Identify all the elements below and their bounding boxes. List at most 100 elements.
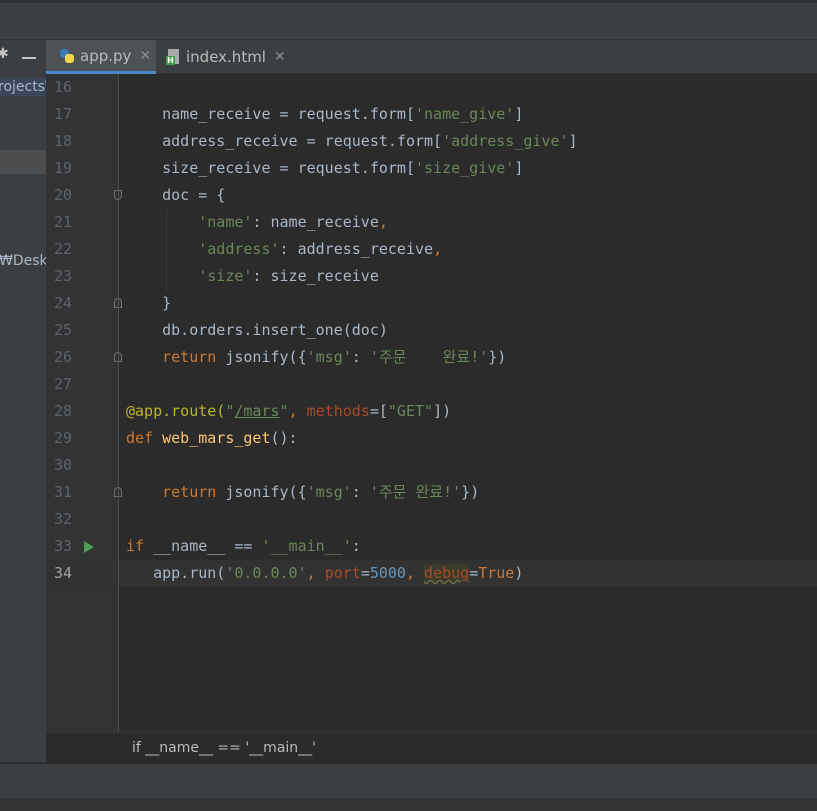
gear-icon[interactable]: ✱ [0,46,9,62]
code-token: 'size_give' [414,159,515,177]
code-token: : [351,537,361,555]
line-number: 19 [53,159,72,177]
line-number: 26 [53,348,72,366]
line-number: 33 [53,537,72,555]
code-line[interactable]: 22 'address': address_receive, [46,236,817,263]
code-token: , [288,402,307,420]
line-number: 34 [53,564,72,582]
line-number: 25 [53,321,72,339]
code-text: address_receive = request.form['address_… [126,128,578,155]
code-line[interactable]: 33 if __name__ == '__main__': [46,533,817,560]
code-token: return [162,348,217,366]
sidebar-selected-item[interactable] [0,150,46,174]
code-line[interactable]: 23 'size': size_receive [46,263,817,290]
code-text: 'size': size_receive [126,263,379,290]
code-line[interactable]: 27 [46,371,817,398]
code-text: db.orders.insert_one(doc) [126,321,388,339]
line-number: 28 [53,402,72,420]
code-token: 'size' [198,267,253,285]
line-number: 30 [53,456,72,474]
code-token: , [405,564,425,582]
code-token: address_receive = request.form[ [126,132,443,150]
line-number: 29 [53,429,72,447]
code-token: '0.0.0.0' [225,564,307,582]
sidebar-desktop-path[interactable]: ₩Deskt [0,253,46,269]
code-line[interactable]: 30 [46,452,817,479]
code-token: : [351,483,370,501]
route-link[interactable]: /mars [234,402,279,420]
tab-app-py[interactable]: app.py ✕ [46,40,156,74]
status-bar [0,764,817,798]
tab-index-html[interactable]: H index.html ✕ [156,40,286,74]
code-token: ] [568,132,578,150]
code-text: @app.route("/mars", methods=["GET"]) [126,398,451,425]
line-number: 22 [53,240,72,258]
code-line[interactable]: 18 address_receive = request.form['addre… [46,128,817,155]
code-token: methods [306,402,370,420]
code-token: __name__ == [153,537,262,555]
sidebar-project-path[interactable]: rojects\ [0,78,46,96]
code-token: ] [514,105,524,123]
code-line[interactable]: 21 'name': name_receive, [46,209,817,236]
code-line-current[interactable]: 34 app.run('0.0.0.0', port=5000, debug=T… [46,560,817,587]
code-text: def web_mars_get(): [126,425,298,452]
code-token: ] [514,159,524,177]
code-token: True [478,564,515,582]
title-bar [0,0,817,40]
code-token: debug [424,564,470,582]
sidebar-toolbar: ✱ [0,40,46,74]
breadcrumb-item[interactable]: if __name__ == '__main__' [132,740,316,756]
code-token: =[ [369,402,388,420]
code-line[interactable]: 31 return jsonify({'msg': '주문 완료!'}) [46,479,817,506]
code-line[interactable]: 16 [46,74,817,101]
code-token: def [126,429,163,447]
code-token: 'msg' [306,348,352,366]
code-line[interactable]: 32 [46,506,817,533]
code-token: jsonify({ [216,483,307,501]
run-icon[interactable] [84,541,94,553]
code-line[interactable]: 20 doc = { [46,182,817,209]
code-token: " [279,402,289,420]
line-number: 18 [53,132,72,150]
code-line[interactable]: 24 } [46,290,817,317]
line-number: 32 [53,510,72,528]
code-token: }) [461,483,480,501]
code-token: if [126,537,154,555]
code-token: return [162,483,217,501]
code-text: } [126,294,172,312]
python-file-icon [60,48,74,63]
code-line[interactable]: 28 @app.route("/mars", methods=["GET"]) [46,398,817,425]
code-text: if __name__ == '__main__': [126,533,361,560]
code-token: 'address' [198,240,280,258]
code-line[interactable]: 25 db.orders.insert_one(doc) [46,317,817,344]
code-token: "GET" [387,402,434,420]
code-line[interactable]: 29 def web_mars_get(): [46,425,817,452]
code-token: = [469,564,479,582]
code-token: web_mars_get [162,429,271,447]
tab-label: index.html [186,48,266,66]
code-text: 'name': name_receive, [198,213,388,231]
code-token: ) [514,564,524,582]
line-number: 23 [53,267,72,285]
code-line[interactable]: 26 return jsonify({'msg': '주문 완료!'}) [46,344,817,371]
code-token: : [351,348,370,366]
line-number: 31 [53,483,72,501]
close-icon[interactable]: ✕ [274,49,286,65]
code-token: (): [270,429,298,447]
code-token: 'name_give' [414,105,515,123]
line-number: 17 [53,105,72,123]
code-line[interactable]: 19 size_receive = request.form['size_giv… [46,155,817,182]
code-token: = [360,564,370,582]
close-icon[interactable]: ✕ [139,48,151,64]
html-file-icon: H [166,49,180,65]
code-token: : size_receive [252,267,379,285]
minimize-icon[interactable] [22,57,36,59]
line-number: 27 [53,375,72,393]
line-number: 20 [53,186,72,204]
code-token: app.run( [126,564,226,582]
code-line[interactable]: 17 name_receive = request.form['name_giv… [46,101,817,128]
code-token: : address_receive [279,240,434,258]
code-token: ]) [433,402,452,420]
code-token: '__main__' [261,537,352,555]
code-token: 'address_give' [442,132,569,150]
